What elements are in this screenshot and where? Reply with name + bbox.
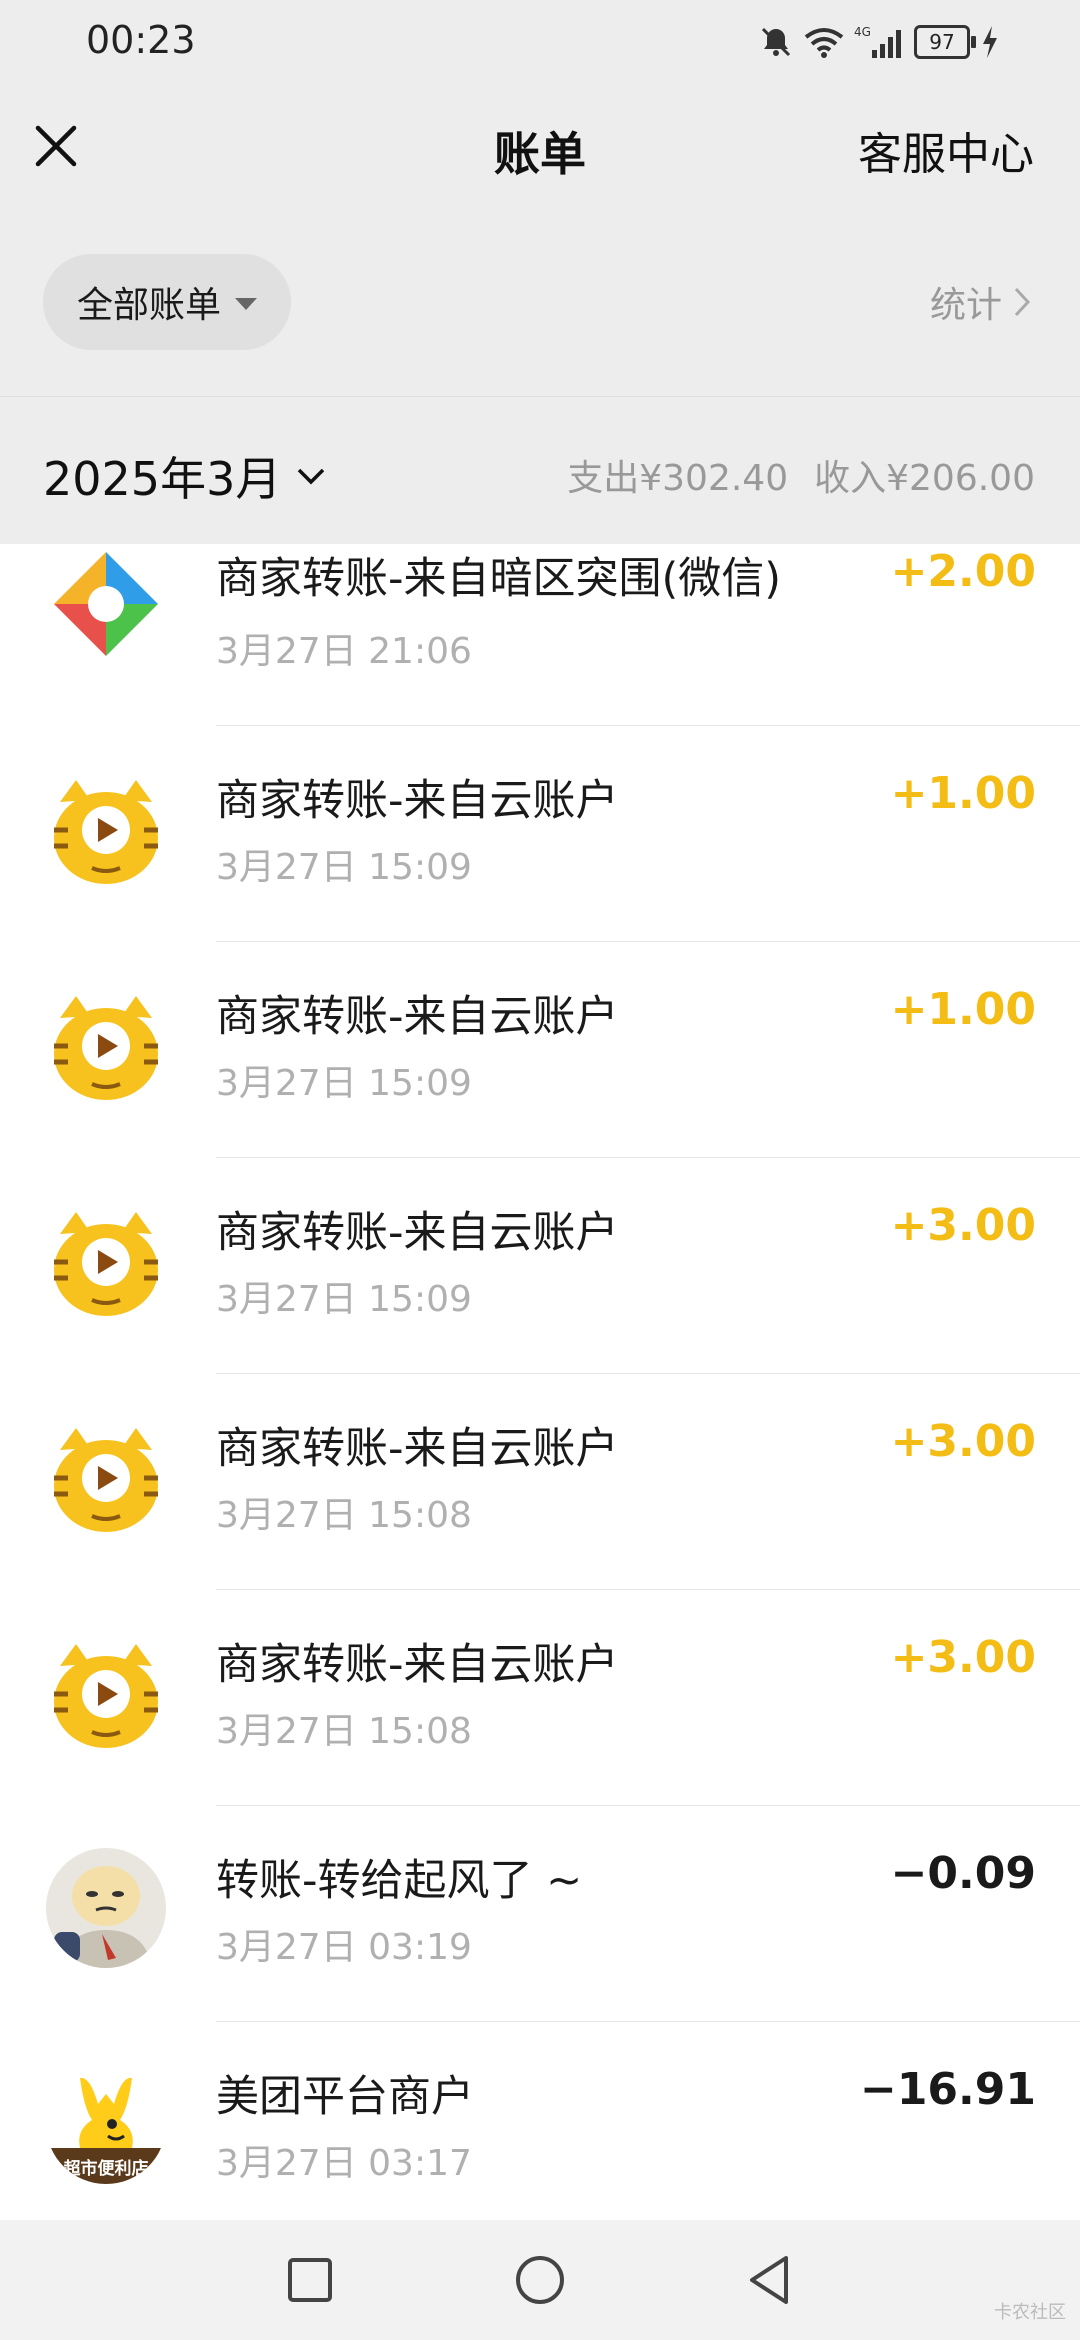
- list-item[interactable]: 转账-转给起风了 ~ 3月27日 03:19 −0.09: [0, 1806, 1080, 2022]
- list-item[interactable]: 商家转账-来自云账户 3月27日 15:09 +3.00: [0, 1158, 1080, 1374]
- tiger-logo-icon: [46, 1636, 166, 1756]
- watermark: 卡农社区: [994, 2302, 1066, 2323]
- income-total: 收入¥206.00: [814, 458, 1035, 499]
- transaction-title: 美团平台商户: [216, 2072, 474, 2122]
- statistics-label: 统计: [929, 285, 1002, 326]
- tiger-logo-icon: [46, 988, 166, 1108]
- transaction-title: 商家转账-来自云账户: [216, 992, 619, 1042]
- status-time: 00:23: [86, 18, 196, 62]
- month-label: 2025年3月: [43, 452, 282, 506]
- status-icons: 4G 97: [758, 20, 1000, 64]
- transaction-title: 商家转账-来自云账户: [216, 776, 619, 826]
- filter-bar: 全部账单 统计: [0, 212, 1080, 396]
- tiger-logo-icon: [46, 1204, 166, 1324]
- transaction-time: 3月27日 03:17: [216, 2143, 472, 2184]
- list-item[interactable]: 商家转账-来自云账户 3月27日 15:08 +3.00: [0, 1374, 1080, 1590]
- tiger-logo-icon: [46, 772, 166, 892]
- svg-text:4G: 4G: [854, 25, 871, 39]
- caret-down-icon: [235, 298, 257, 310]
- transaction-title: 转账-转给起风了 ~: [216, 1856, 583, 1906]
- transaction-amount: +3.00: [890, 1632, 1036, 1683]
- tiger-logo-icon: [46, 1420, 166, 1540]
- transaction-amount: +2.00: [890, 546, 1036, 597]
- list-item[interactable]: 商家转账-来自暗区突围(微信) 3月27日 21:06 +2.00: [0, 544, 1080, 726]
- transaction-time: 3月27日 03:19: [216, 1927, 472, 1968]
- list-item[interactable]: 超市便利店 美团平台商户 3月27日 03:17 −16.91: [0, 2022, 1080, 2220]
- expense-total: 支出¥302.40: [567, 458, 789, 499]
- transaction-amount: +1.00: [890, 768, 1036, 819]
- charging-icon: [983, 26, 997, 58]
- transaction-time: 3月27日 15:09: [216, 1279, 472, 1320]
- month-totals: 支出¥302.40 收入¥206.00: [567, 449, 1035, 501]
- transaction-amount: −0.09: [890, 1848, 1036, 1899]
- list-item[interactable]: 商家转账-来自云账户 3月27日 15:08 +3.00: [0, 1590, 1080, 1806]
- month-selector[interactable]: 2025年3月: [43, 443, 327, 509]
- statistics-link[interactable]: 统计: [930, 276, 1032, 328]
- transaction-time: 3月27日 15:09: [216, 1063, 472, 1104]
- store-logo-text: 超市便利店: [63, 2159, 149, 2179]
- transaction-amount: −16.91: [859, 2064, 1036, 2115]
- signal-4g-icon: 4G: [854, 25, 901, 58]
- transaction-time: 3月27日 15:09: [216, 847, 472, 888]
- transaction-amount: +1.00: [890, 984, 1036, 1035]
- nav-bar: 账单 客服中心: [0, 82, 1080, 213]
- transaction-title: 商家转账-来自云账户: [216, 1640, 619, 1690]
- transaction-title: 商家转账-来自云账户: [216, 1208, 619, 1258]
- user-photo-avatar: [46, 1848, 166, 1968]
- chevron-down-icon: [298, 468, 325, 485]
- month-summary-bar: 2025年3月 支出¥302.40 收入¥206.00: [0, 396, 1080, 545]
- back-icon[interactable]: [740, 2250, 800, 2310]
- transaction-amount: +3.00: [890, 1416, 1036, 1467]
- mute-bell-icon: [761, 27, 791, 57]
- transaction-amount: +3.00: [890, 1200, 1036, 1251]
- transaction-title: 商家转账-来自云账户: [216, 1424, 619, 1474]
- transaction-time: 3月27日 15:08: [216, 1711, 472, 1752]
- battery-indicator: 97: [914, 25, 976, 59]
- status-bar: 00:23 4G 97: [0, 0, 1080, 82]
- transaction-time: 3月27日 21:06: [216, 631, 472, 672]
- transaction-list[interactable]: 商家转账-来自暗区突围(微信) 3月27日 21:06 +2.00 商家转账-来…: [0, 544, 1080, 2220]
- home-icon[interactable]: [510, 2250, 570, 2310]
- meituan-store-logo: 超市便利店: [46, 2064, 166, 2184]
- chevron-right-icon: [1014, 287, 1031, 317]
- game-logo-icon: [46, 544, 166, 664]
- system-nav-bar: 卡农社区: [0, 2220, 1080, 2340]
- bill-filter-label: 全部账单: [76, 285, 221, 326]
- recent-apps-icon[interactable]: [280, 2250, 340, 2310]
- transaction-time: 3月27日 15:08: [216, 1495, 472, 1536]
- list-item[interactable]: 商家转账-来自云账户 3月27日 15:09 +1.00: [0, 726, 1080, 942]
- customer-service-link[interactable]: 客服中心: [858, 118, 1034, 182]
- list-item[interactable]: 商家转账-来自云账户 3月27日 15:09 +1.00: [0, 942, 1080, 1158]
- transaction-title: 商家转账-来自暗区突围(微信): [216, 554, 782, 604]
- wifi-icon: [804, 28, 844, 58]
- bill-filter-dropdown[interactable]: 全部账单: [43, 254, 291, 350]
